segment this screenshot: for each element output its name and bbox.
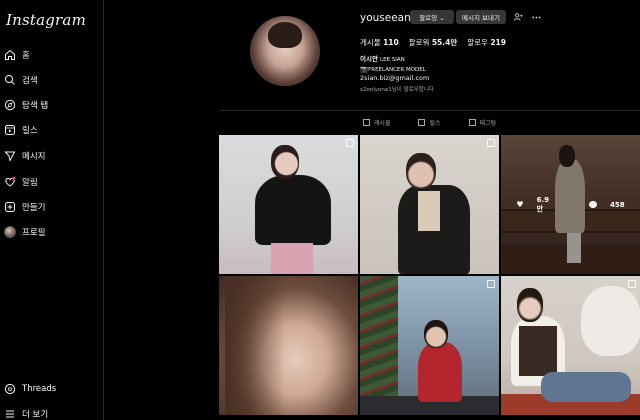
avatar [4,226,16,238]
post-thumbnail[interactable] [501,276,640,415]
carousel-icon [346,139,354,147]
post-thumbnail[interactable] [219,135,358,274]
sidebar-item-label: 알림 [22,178,38,188]
threads-icon [4,383,16,395]
followers-stat[interactable]: 팔로워 55.4만 [409,37,458,48]
profile-picture[interactable] [250,16,320,86]
full-name-en: LEE SIAN [380,57,405,63]
sidebar-item-label: 프로필 [22,228,46,238]
sidebar-item-label: 탐색 탭 [22,101,49,111]
sidebar-item-label: 홈 [22,51,30,61]
following-stat[interactable]: 팔로우 219 [467,37,506,48]
home-icon [4,49,16,61]
comments-value: 458 [609,200,625,209]
hover-overlay: ♥ 6.9만 458 [501,135,640,274]
sidebar-item-label: 검색 [22,76,38,86]
posts-count: 110 [383,38,399,47]
bio-line-1-text: FREELANCER MODEL [368,66,426,73]
sidebar-item-explore[interactable]: 탐색 탭 [4,96,48,114]
likes-value: 6.9만 [536,195,549,213]
post-thumbnail-hovered[interactable]: ♥ 6.9만 458 [501,135,640,274]
profile-username: youseeany [360,12,417,24]
sidebar-item-label: 메시지 [22,152,46,162]
sidebar-item-threads[interactable]: Threads [4,380,56,398]
camera-emoji-icon: 📷 [360,64,369,73]
divider [219,110,640,111]
compass-icon [4,99,16,111]
message-button[interactable]: 메시지 보내기 [456,10,506,24]
bio-line-1: 📷FREELANCER MODEL [360,65,429,75]
comment-icon [588,201,597,208]
search-icon [4,74,16,86]
sidebar: Instagram 홈 검색 탐색 탭 릴스 메시지 알림 만들기 프로필 Th… [0,0,104,420]
sidebar-item-search[interactable]: 검색 [4,71,38,89]
tab-tagged[interactable]: 태그됨 [468,118,497,127]
sidebar-item-label: 릴스 [22,126,38,136]
bio-email[interactable]: 2sian.biz@gmail.com [360,74,429,83]
grid-icon [362,119,370,126]
instagram-logo[interactable]: Instagram [6,11,86,29]
followed-by-text[interactable]: s2onlyone1님이 팔로우합니다 [360,85,434,93]
post-thumbnail[interactable] [360,135,499,274]
posts-label: 게시물 [360,38,381,47]
comments-count: 458 [579,201,635,209]
following-button[interactable]: 팔로잉 ⌄ [410,10,454,24]
following-label: 팔로우 [467,38,488,47]
menu-icon [4,408,16,420]
tagged-icon [468,119,476,126]
sidebar-item-label: 만들기 [22,203,46,213]
more-options-icon[interactable] [530,11,542,23]
send-icon [4,150,16,162]
add-user-icon[interactable] [512,11,524,23]
tab-posts[interactable]: 게시물 [362,118,391,127]
carousel-icon [487,280,495,288]
posts-stat[interactable]: 게시물 110 [360,37,399,48]
carousel-icon [628,280,636,288]
sidebar-item-label: 더 보기 [22,410,49,420]
carousel-icon [487,139,495,147]
heart-icon [4,176,16,188]
tab-reels[interactable]: 릴스 [418,118,441,127]
profile-tabs: 게시물 릴스 태그됨 [219,118,640,127]
sidebar-item-home[interactable]: 홈 [4,46,30,64]
sidebar-item-notifications[interactable]: 알림 [4,173,38,191]
full-name: 이시안 LEE SIAN [360,55,429,65]
following-count: 219 [490,38,506,47]
reels-icon [4,124,16,136]
followers-count: 55.4만 [431,38,458,47]
plus-icon [4,201,16,213]
sidebar-item-label: Threads [22,384,57,394]
likes-count: ♥ 6.9만 [506,196,559,214]
followers-label: 팔로워 [408,38,430,47]
full-name-ko: 이시안 [360,55,378,63]
profile-main: youseeany 팔로잉 ⌄ 메시지 보내기 게시물 110 팔로워 55.4… [104,0,640,420]
sidebar-item-profile[interactable]: 프로필 [4,223,45,241]
post-thumbnail[interactable] [219,276,358,415]
sidebar-item-messages[interactable]: 메시지 [4,147,45,165]
post-thumbnail[interactable] [360,276,499,415]
sidebar-item-create[interactable]: 만들기 [4,198,45,216]
profile-bio: 이시안 LEE SIAN 📷FREELANCER MODEL 2sian.biz… [360,55,429,83]
reels-icon [418,119,426,126]
profile-stats: 게시물 110 팔로워 55.4만 팔로우 219 [360,37,516,48]
tab-label: 릴스 [429,120,441,127]
heart-icon: ♥ [516,200,524,209]
tab-label: 게시물 [373,120,391,127]
sidebar-item-reels[interactable]: 릴스 [4,121,38,139]
tab-label: 태그됨 [479,120,497,127]
sidebar-item-more[interactable]: 더 보기 [4,405,48,420]
